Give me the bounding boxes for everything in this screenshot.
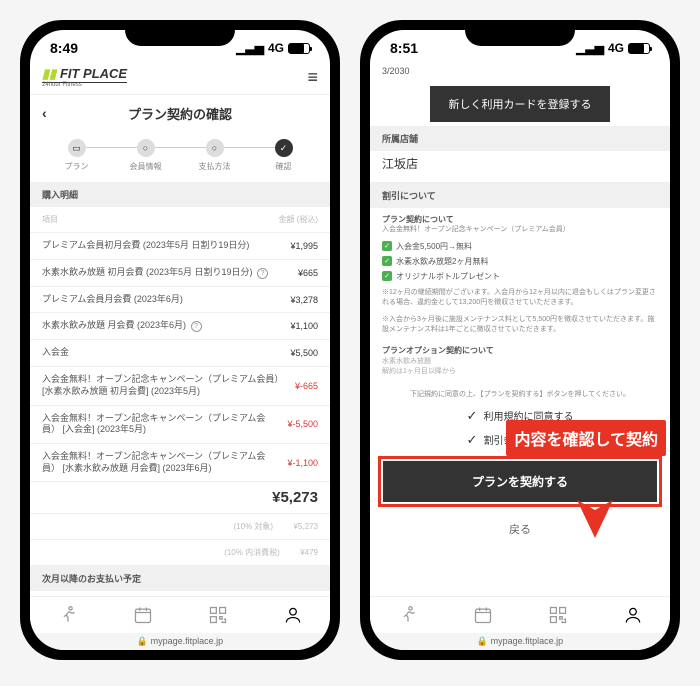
campaign-sub: 入会金無料！オープン記念キャンペーン（プレミアム会員） <box>370 225 670 239</box>
calendar-icon[interactable] <box>473 605 493 625</box>
profile-icon[interactable] <box>283 605 303 625</box>
content-left: ▮▮ FIT PLACE 24hour Fitness ≡ ‹ プラン契約の確認… <box>30 60 330 596</box>
step-member: ○会員情報 <box>111 139 180 172</box>
step-payment: ○支払方法 <box>180 139 249 172</box>
option-title: プランオプション契約について <box>370 339 670 356</box>
benefit-item: ✓入会金5,500円→無料 <box>370 239 670 254</box>
option-note: 解約は1ヶ月目以降から <box>370 366 670 376</box>
screen-right: 8:51 ▁▃▅ 4G 3/2030 新しく利用カードを登録する 所属店舗 江坂… <box>370 30 670 650</box>
line-item: 入会金無料！オープン記念キャンペーン（プレミアム会員） [水素水飲み放題 月会費… <box>30 444 330 482</box>
battery-icon <box>628 43 650 54</box>
benefit-item: ✓水素水飲み放題2ヶ月無料 <box>370 254 670 269</box>
callout-label: 内容を確認して契約 <box>506 420 666 456</box>
line-item: 水素水飲み放題 月会費 (2023年6月) ?¥1,100 <box>30 313 330 340</box>
page-title: プラン契約の確認 <box>128 104 232 123</box>
run-icon[interactable] <box>58 605 78 625</box>
help-icon[interactable]: ? <box>257 268 268 279</box>
option-name: 水素水飲み放題 <box>370 356 670 366</box>
qr-icon[interactable] <box>208 605 228 625</box>
profile-icon[interactable] <box>623 605 643 625</box>
url-bar: 🔒 mypage.fitplace.jp <box>30 633 330 650</box>
phone-right: 8:51 ▁▃▅ 4G 3/2030 新しく利用カードを登録する 所属店舗 江坂… <box>360 20 680 660</box>
calendar-icon[interactable] <box>133 605 153 625</box>
menu-icon[interactable]: ≡ <box>307 67 318 88</box>
store-name: 江坂店 <box>370 151 670 183</box>
phone-left: 8:49 ▁▃▅ 4G ▮▮ FIT PLACE 24hour Fitness … <box>20 20 340 660</box>
title-row: ‹ プラン契約の確認 <box>30 95 330 131</box>
step-dot-plan: ▭ <box>68 139 86 157</box>
line-item: 入会金¥5,500 <box>30 340 330 367</box>
check-icon: ✓ <box>382 241 392 251</box>
section-next-payment: 次月以降のお支払い予定 <box>30 566 330 591</box>
line-item: プレミアム会員月会費 (2023年6月)¥3,278 <box>30 287 330 314</box>
campaign-title: プラン契約について <box>370 208 670 225</box>
battery-icon <box>288 43 310 54</box>
signal-label: 4G <box>268 41 284 55</box>
step-dot-confirm: ✓ <box>275 139 293 157</box>
note-1: ※12ヶ月の継続期間がございます。入会月から12ヶ月以内に退会もしくはプラン変更… <box>370 284 670 312</box>
line-item: 入会金無料！オープン記念キャンペーン（プレミアム会員） [水素水飲み放題 初月会… <box>30 367 330 405</box>
table-header: 項目金額 (税込) <box>30 207 330 233</box>
check-icon: ✓ <box>382 271 392 281</box>
line-item: 水素水飲み放題 初月会費 (2023年5月 日割り19日分) ?¥665 <box>30 260 330 287</box>
tab-bar <box>370 596 670 633</box>
subtotal-row: (10% 対象) ¥5,273 <box>30 514 330 540</box>
notch <box>465 20 575 46</box>
status-time: 8:51 <box>390 40 418 56</box>
url-bar: 🔒 mypage.fitplace.jp <box>370 633 670 650</box>
screen-left: 8:49 ▁▃▅ 4G ▮▮ FIT PLACE 24hour Fitness … <box>30 30 330 650</box>
tax-row: (10% 内消費税) ¥479 <box>30 540 330 566</box>
total-row: ¥5,273 <box>30 482 330 514</box>
signal-icon: ▁▃▅ <box>236 41 264 55</box>
step-plan: ▭プラン <box>42 139 111 172</box>
step-dot-payment: ○ <box>206 139 224 157</box>
logo[interactable]: ▮▮ FIT PLACE 24hour Fitness <box>42 66 127 88</box>
tab-bar <box>30 596 330 633</box>
run-icon[interactable] <box>398 605 418 625</box>
step-indicator: ▭プラン ○会員情報 ○支払方法 ✓確認 <box>30 131 330 182</box>
arrow-icon <box>565 460 625 540</box>
benefit-item: ✓オリジナルボトルプレゼント <box>370 269 670 284</box>
back-button[interactable]: 戻る <box>370 511 670 547</box>
help-icon[interactable]: ? <box>191 321 202 332</box>
step-confirm: ✓確認 <box>249 139 318 172</box>
agree-instruction: 下記規約に同意の上、【プランを契約する】ボタンを押してください。 <box>370 386 670 404</box>
section-store: 所属店舗 <box>370 126 670 151</box>
line-item: 入会金無料！オープン記念キャンペーン（プレミアム会員） [入会金] (2023年… <box>30 406 330 444</box>
status-right: ▁▃▅ 4G <box>236 41 310 55</box>
content-right: 3/2030 新しく利用カードを登録する 所属店舗 江坂店 割引について プラン… <box>370 60 670 596</box>
check-icon: ✓ <box>467 408 478 424</box>
register-card-button[interactable]: 新しく利用カードを登録する <box>430 86 610 122</box>
check-icon: ✓ <box>382 256 392 266</box>
check-icon: ✓ <box>467 432 478 448</box>
expiry-date: 3/2030 <box>370 60 670 82</box>
step-dot-member: ○ <box>137 139 155 157</box>
notch <box>125 20 235 46</box>
section-purchase-details: 購入明細 <box>30 182 330 207</box>
signal-label: 4G <box>608 41 624 55</box>
note-2: ※入会から3ヶ月後に施設メンテナンス料として5,500円を徴収させていただきます… <box>370 311 670 339</box>
back-chevron-icon[interactable]: ‹ <box>42 105 47 121</box>
app-header: ▮▮ FIT PLACE 24hour Fitness ≡ <box>30 60 330 95</box>
status-right: ▁▃▅ 4G <box>576 41 650 55</box>
qr-icon[interactable] <box>548 605 568 625</box>
signal-icon: ▁▃▅ <box>576 41 604 55</box>
line-item: プレミアム会員初月会費 (2023年5月 日割り19日分)¥1,995 <box>30 233 330 260</box>
section-discount: 割引について <box>370 183 670 208</box>
status-time: 8:49 <box>50 40 78 56</box>
